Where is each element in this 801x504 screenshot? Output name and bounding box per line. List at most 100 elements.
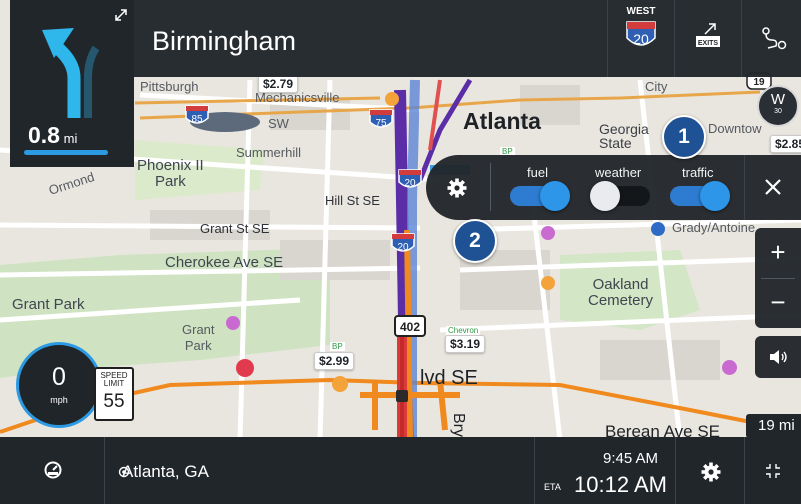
map-label-georgia-state: Georgia State [599, 121, 649, 151]
interstate-shield-icon: 20 [391, 233, 415, 253]
map-label-cherokee: Cherokee Ave SE [165, 254, 284, 271]
navigation-app: Pittsburgh Mechanicsville SW Atlanta Geo… [0, 0, 801, 504]
speed-value: 0 [52, 363, 66, 391]
turn-left-arrow-icon [42, 28, 100, 118]
zoom-controls: + − [755, 228, 801, 328]
dashboard-button[interactable] [0, 437, 105, 504]
dashboard-icon [44, 461, 62, 479]
volume-icon [770, 350, 787, 364]
direction-label: WEST [626, 6, 656, 17]
fuel-price[interactable]: $2.85 [770, 135, 801, 153]
exits-label: EXITS [698, 40, 719, 47]
map-label-sw: SW [268, 116, 289, 131]
map-label-oakland-cemetery: Oakland Cemetery [588, 276, 654, 309]
hospital-poi-icon[interactable] [236, 359, 254, 377]
fuel-toggle-label: fuel [527, 165, 548, 180]
vehicle-marker [396, 390, 408, 402]
weather-toggle-label: weather [595, 165, 642, 180]
divider [490, 163, 491, 211]
expand-icon[interactable] [114, 8, 128, 22]
map-label-city: City [645, 79, 668, 94]
map-label-grady: Grady/Antoine [672, 220, 756, 235]
turn-distance-value: 0.8 [28, 122, 60, 148]
callout-marker-1: 1 [662, 115, 706, 159]
map-label-grant-st: Grant St SE [200, 221, 270, 236]
callout-marker-2: 2 [453, 219, 497, 263]
map-label-bry: Bry [450, 413, 467, 437]
shield-label: 20 [397, 242, 409, 253]
speedometer: 0 mph [16, 342, 102, 428]
top-bar: Birmingham WEST 20 EXITS [134, 0, 801, 77]
fuel-price[interactable]: $3.19 [445, 335, 486, 353]
shield-label: 75 [375, 118, 387, 129]
next-turn-panel[interactable]: 0.8 mi [10, 0, 134, 167]
eta-time: 10:12 AM [574, 472, 667, 497]
toggle-knob [700, 181, 730, 211]
speed-limit-label: SPEED LIMIT [100, 371, 128, 388]
close-icon [765, 179, 781, 195]
map-label-pittsburgh: Pittsburgh [140, 79, 199, 94]
speed-unit: mph [50, 395, 68, 405]
weather-toggle[interactable] [590, 181, 650, 211]
quick-settings-panel: fuel weather traffic [426, 155, 801, 220]
current-city: Birmingham [152, 26, 297, 56]
fullscreen-button[interactable] [745, 437, 801, 504]
bottom-bar: Atlanta, GA 9:45 AM ETA 10:12 AM [0, 437, 801, 504]
route-icon [762, 27, 787, 50]
fullscreen-icon [766, 464, 780, 478]
shopping-poi-icon[interactable] [722, 360, 737, 375]
fuel-poi-icon[interactable] [541, 276, 555, 290]
fuel-toggle[interactable] [510, 181, 570, 211]
fuel-price[interactable]: $2.79 [258, 75, 299, 93]
shield-label: 402 [400, 320, 420, 334]
close-button[interactable] [744, 155, 801, 220]
compass-heading: W [770, 91, 786, 108]
settings-button[interactable] [676, 437, 745, 504]
map-label-blvd: lvd SE [420, 367, 478, 389]
transit-poi-icon[interactable] [651, 222, 665, 236]
fuel-price[interactable]: $2.99 [314, 352, 355, 370]
gear-icon[interactable] [435, 170, 479, 206]
map-label-hill-st: Hill St SE [325, 193, 380, 208]
exits-icon: EXITS [696, 23, 720, 47]
toggle-knob [590, 181, 620, 211]
fuel-poi-icon[interactable] [332, 376, 348, 392]
traffic-toggle[interactable] [670, 181, 730, 211]
state-route-shield-icon: 402 [394, 315, 426, 337]
shield-label: 85 [191, 114, 203, 125]
interstate-shield-icon: 20 [626, 21, 656, 47]
turn-progress-bar [24, 150, 108, 155]
shield-label: 20 [404, 178, 416, 189]
route-button[interactable] [741, 0, 801, 77]
interstate-shield-icon: 85 [185, 105, 209, 125]
compass-degrees: 30 [774, 108, 782, 115]
eta-label: ETA [544, 482, 561, 492]
interstate-button[interactable]: WEST 20 [607, 0, 673, 77]
interstate-shield-icon: 75 [369, 109, 393, 129]
current-time: 9:45 AM [603, 450, 659, 467]
map-label-downtown: Downtow [708, 121, 762, 136]
destination-name: Atlanta, GA [122, 462, 209, 481]
speed-limit-sign: SPEED LIMIT 55 [94, 367, 134, 421]
compass-button[interactable]: W 30 [757, 85, 799, 127]
turn-distance-unit: mi [63, 131, 78, 146]
map-label-phoenix-park: Phoenix II Park [137, 157, 204, 190]
volume-button[interactable] [755, 336, 801, 378]
fuel-poi-icon[interactable] [385, 92, 399, 106]
map-label-grant-park-2: Grant Park [182, 322, 215, 353]
zoom-in-button[interactable]: + [755, 228, 801, 278]
exits-button[interactable]: EXITS [674, 0, 740, 77]
traffic-toggle-label: traffic [682, 165, 714, 180]
gear-icon [701, 462, 721, 482]
zoom-out-button[interactable]: − [755, 278, 801, 328]
brand-label: Chevron [446, 326, 481, 335]
shopping-poi-icon[interactable] [541, 226, 555, 240]
toggle-knob [540, 181, 570, 211]
map-label-summerhill: Summerhill [236, 145, 302, 160]
shopping-poi-icon[interactable] [226, 316, 240, 330]
interstate-number: 20 [633, 31, 649, 47]
turn-distance: 0.8 mi [28, 122, 77, 149]
map-label-grant-park: Grant Park [12, 296, 85, 313]
speed-limit-value: 55 [103, 391, 125, 412]
distance-remaining: 19 mi [746, 414, 801, 438]
